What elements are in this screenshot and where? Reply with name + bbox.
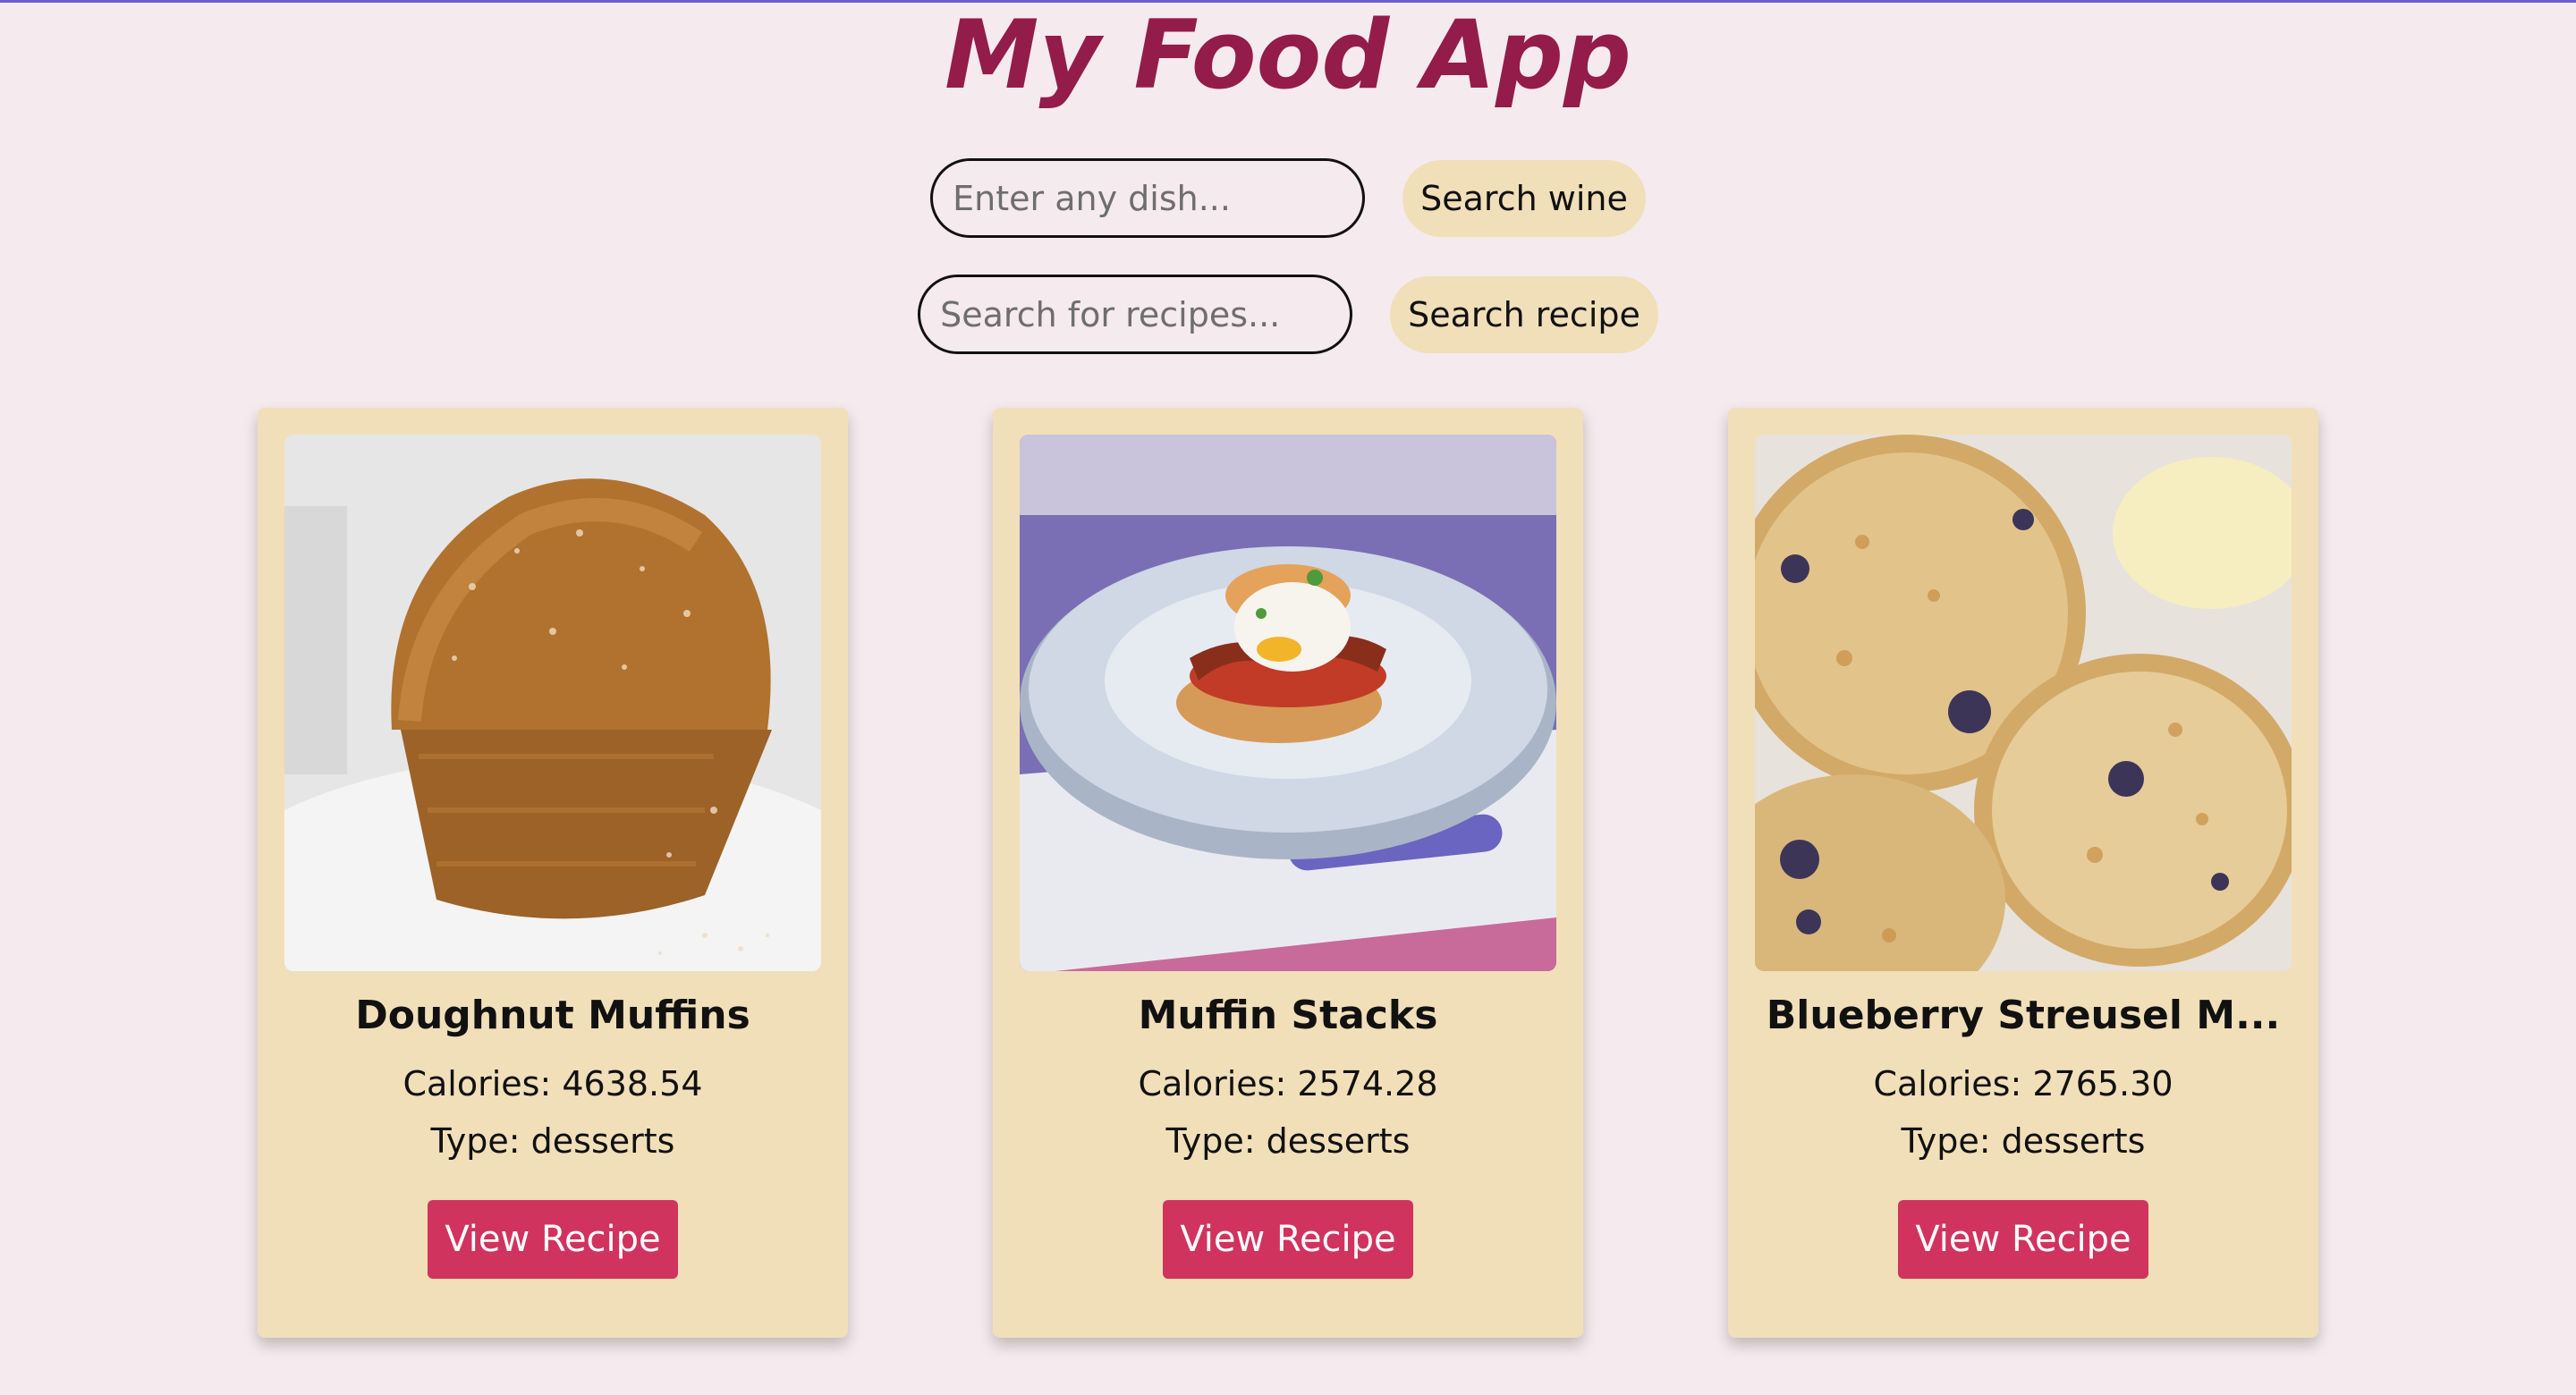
recipe-calories: Calories: 2765.30 [1873, 1064, 2174, 1103]
muffin-stack-photo [1020, 435, 1556, 971]
recipe-type: Type: desserts [430, 1121, 675, 1161]
recipe-image [1755, 435, 2292, 971]
recipe-card: Muffin Stacks Calories: 2574.28 Type: de… [993, 408, 1583, 1338]
recipe-search-input[interactable] [918, 275, 1353, 354]
wine-search-row: Search wine [0, 158, 2576, 238]
recipe-card: Doughnut Muffins Calories: 4638.54 Type:… [258, 408, 848, 1338]
blueberry-muffins-photo [1755, 435, 2292, 971]
recipe-search-row: Search recipe [0, 275, 2576, 354]
app-title: My Food App [945, 0, 1631, 110]
recipe-calories: Calories: 2574.28 [1138, 1064, 1438, 1103]
view-recipe-button[interactable]: View Recipe [1163, 1200, 1413, 1279]
recipe-image [284, 435, 821, 971]
recipe-type: Type: desserts [1165, 1121, 1411, 1161]
view-recipe-button[interactable]: View Recipe [428, 1200, 678, 1279]
recipe-card: Blueberry Streusel M... Calories: 2765.3… [1728, 408, 2318, 1338]
recipe-title: Blueberry Streusel M... [1766, 993, 2281, 1038]
recipe-type: Type: desserts [1901, 1121, 2146, 1161]
dish-search-input[interactable] [930, 158, 1366, 238]
recipe-title: Muffin Stacks [1138, 993, 1438, 1038]
doughnut-muffin-photo [284, 435, 821, 971]
search-recipe-button[interactable]: Search recipe [1390, 275, 1658, 353]
recipe-title: Doughnut Muffins [355, 993, 750, 1038]
search-wine-button[interactable]: Search wine [1402, 159, 1646, 237]
recipe-calories: Calories: 4638.54 [402, 1064, 703, 1103]
view-recipe-button[interactable]: View Recipe [1898, 1200, 2148, 1279]
recipe-image [1020, 435, 1556, 971]
